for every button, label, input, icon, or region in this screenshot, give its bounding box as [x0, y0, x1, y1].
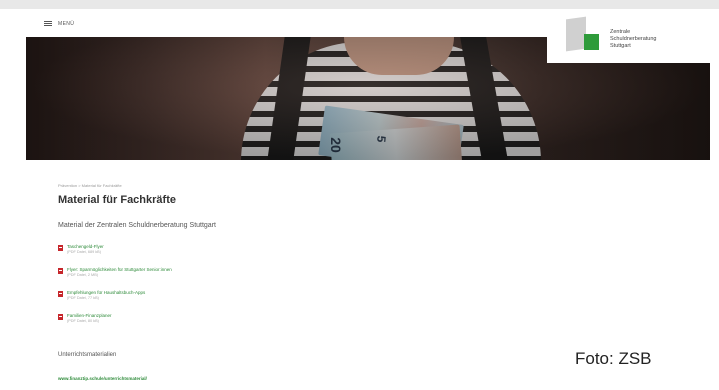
logo-grey-square: [566, 16, 586, 52]
document-link[interactable]: Taschengeld-Flyer: [67, 244, 104, 249]
menu-button[interactable]: MENÜ: [44, 21, 74, 27]
menu-label: MENÜ: [58, 21, 75, 27]
external-link[interactable]: www.finanztip.schule/unterrichtsmaterial…: [58, 376, 147, 381]
document-link[interactable]: Flyer: Sparmöglichkeiten für Stuttgarter…: [67, 267, 172, 272]
document-meta: (PDF Datei, 689 kB): [67, 250, 101, 254]
logo-line-1: Zentrale: [610, 29, 631, 35]
logo-line-3: Stuttgart: [610, 43, 631, 49]
document-item[interactable]: Flyer: Sparmöglichkeiten für Stuttgarter…: [58, 267, 172, 277]
page-subtitle: Material der Zentralen Schuldnerberatung…: [58, 222, 216, 229]
document-meta: (PDF Datei, 77 kB): [67, 296, 99, 300]
document-link[interactable]: Familien-Finanzplaner: [67, 313, 112, 318]
logo-green-square: [584, 34, 599, 50]
breadcrumb[interactable]: Prävention > Material für Fachkräfte: [58, 183, 122, 188]
logo-line-2: Schuldnerberatung: [610, 36, 657, 42]
logo-text: Zentrale Schuldnerberatung Stuttgart: [610, 29, 656, 50]
photo-credit: Foto: ZSB: [575, 349, 652, 368]
pdf-file-icon: [58, 314, 63, 320]
page-title: Material für Fachkräfte: [58, 194, 176, 206]
document-item[interactable]: Taschengeld-Flyer (PDF Datei, 689 kB): [58, 244, 104, 254]
document-meta: (PDF Datei, 80 kB): [67, 319, 99, 323]
document-meta: (PDF Datei, 2 MB): [67, 273, 99, 277]
document-link[interactable]: Empfehlungen für Haushaltsbuch-Apps: [67, 290, 145, 295]
pdf-file-icon: [58, 245, 63, 251]
pdf-file-icon: [58, 291, 63, 297]
pdf-file-icon: [58, 268, 63, 274]
document-item[interactable]: Empfehlungen für Haushaltsbuch-Apps (PDF…: [58, 290, 145, 300]
section-heading: Unterrichtsmaterialien: [58, 352, 117, 358]
browser-top-strip: [0, 0, 719, 9]
site-logo[interactable]: Zentrale Schuldnerberatung Stuttgart: [547, 9, 710, 63]
document-item[interactable]: Familien-Finanzplaner (PDF Datei, 80 kB): [58, 313, 112, 323]
hamburger-icon: [44, 21, 52, 27]
